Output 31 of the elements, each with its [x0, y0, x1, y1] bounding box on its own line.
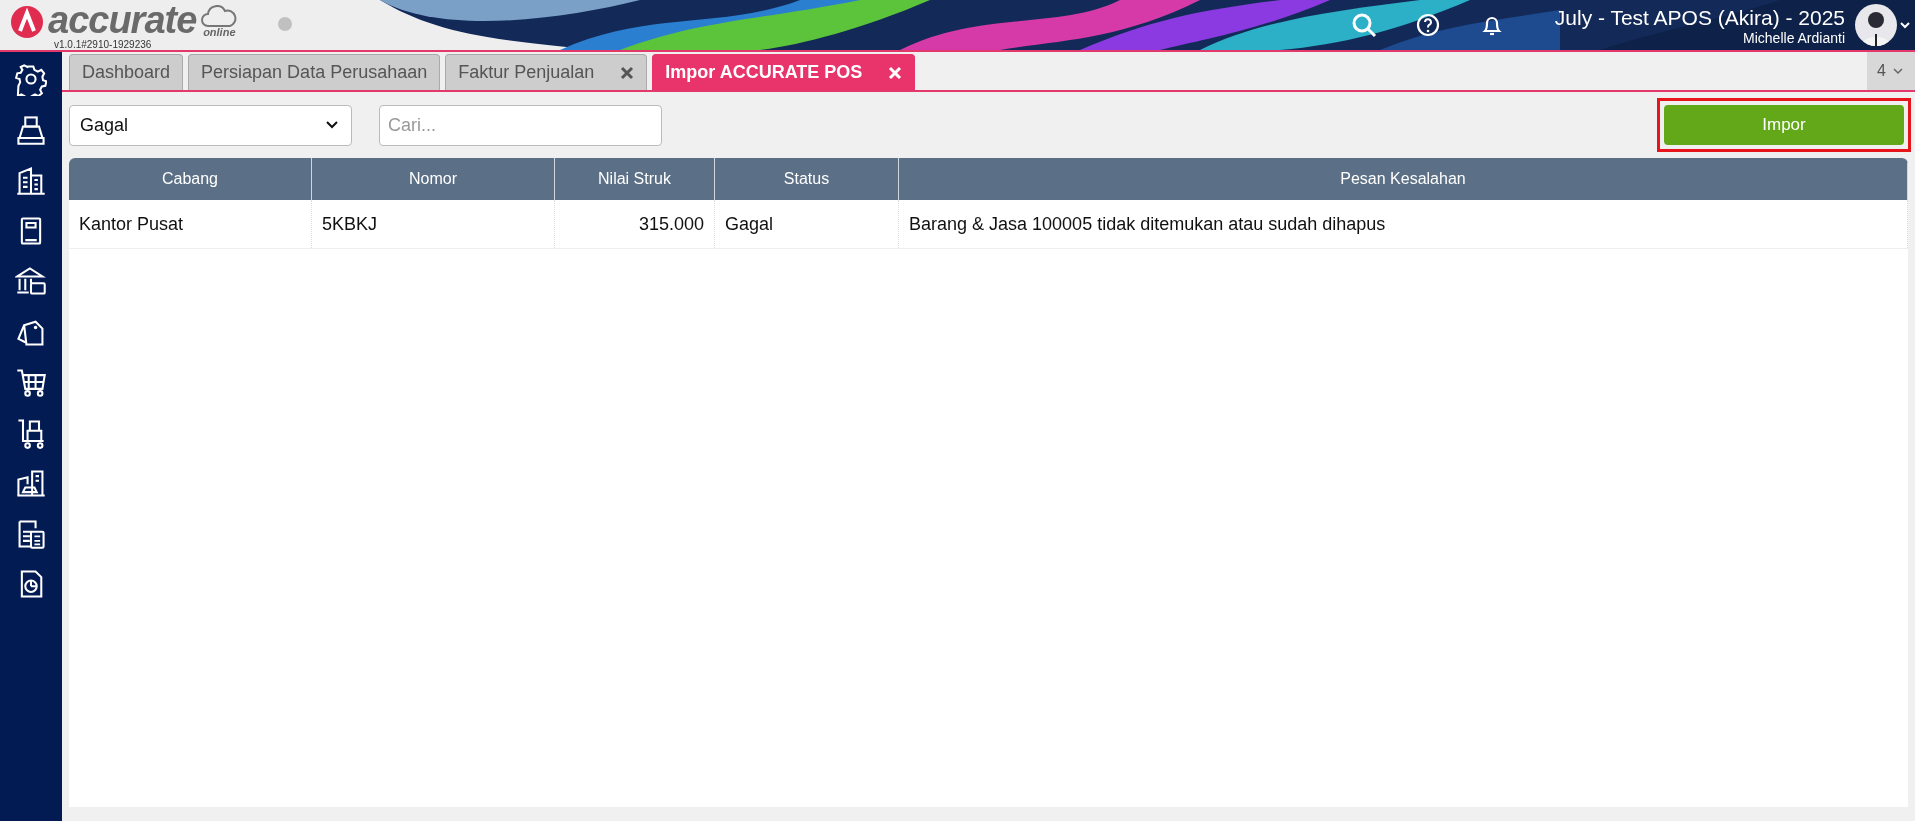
column-header[interactable]: Nomor	[311, 158, 555, 200]
tab-count-button[interactable]: 4	[1867, 52, 1915, 90]
cloud-icon	[200, 4, 239, 27]
import-button[interactable]: Impor	[1664, 105, 1904, 145]
table-cell: 315.000	[554, 200, 715, 249]
column-header[interactable]: Cabang	[69, 158, 312, 200]
status-dropdown[interactable]: Gagal	[69, 104, 352, 146]
table-cell: 5KBKJ	[311, 200, 555, 249]
version-label: v1.0.1#2910-1929236	[54, 38, 153, 50]
company-title: July - Test APOS (Akira) - 2025	[1554, 4, 1845, 30]
close-icon[interactable]	[620, 65, 635, 80]
brand-name: accurate	[48, 0, 197, 39]
table-cell: Barang & Jasa 100005 tidak ditemukan atau sudah dihapus	[898, 200, 1908, 249]
table-cell: Gagal	[714, 200, 899, 249]
tab[interactable]: Faktur Penjualan	[445, 54, 648, 90]
bank-icon[interactable]	[15, 264, 47, 298]
logo-icon	[10, 4, 44, 39]
column-header[interactable]: Pesan Kesalahan	[898, 158, 1908, 200]
column-header[interactable]: Nilai Struk	[554, 158, 715, 200]
search-field[interactable]: Cari...	[379, 104, 662, 146]
search-icon[interactable]	[1350, 12, 1377, 38]
column-header[interactable]: Status	[714, 158, 899, 200]
caret-icon[interactable]	[1899, 19, 1911, 31]
cloud-label: online	[203, 26, 236, 38]
user-name: Michelle Ardianti	[1743, 29, 1845, 46]
tab[interactable]: Persiapan Data Perusahaan	[188, 54, 441, 90]
tab[interactable]: Impor ACCURATE POS	[652, 54, 916, 90]
table-cell: Kantor Pusat	[69, 200, 312, 249]
gear-icon[interactable]	[15, 62, 47, 96]
tab[interactable]: Dashboard	[69, 54, 184, 90]
help-icon[interactable]	[1414, 12, 1441, 38]
